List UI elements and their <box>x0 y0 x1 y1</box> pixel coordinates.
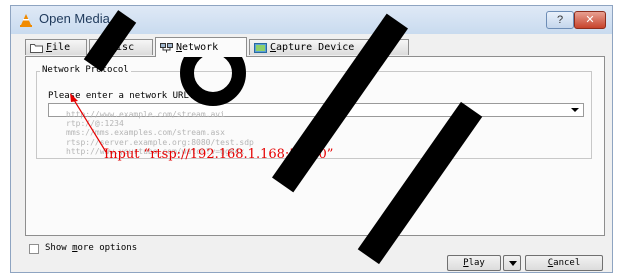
close-button[interactable]: ✕ <box>574 11 606 29</box>
window-title: Open Media <box>39 11 110 26</box>
title-bar[interactable]: Open Media ? ✕ <box>11 6 612 34</box>
capture-device-icon <box>254 43 267 53</box>
play-button[interactable]: Play <box>447 255 501 271</box>
network-icon <box>160 43 173 53</box>
show-more-checkbox[interactable] <box>29 244 39 254</box>
url-prompt-label: Please enter a network URL: <box>48 91 195 101</box>
cancel-button[interactable]: Cancel <box>525 255 603 271</box>
tab-file[interactable]: File <box>25 39 87 55</box>
example-url: rtsp://server.example.org:8080/test.sdp <box>66 137 254 147</box>
chevron-down-icon <box>509 261 517 266</box>
tab-network[interactable]: Network <box>155 37 247 57</box>
help-button[interactable]: ? <box>546 11 574 29</box>
vlc-cone-icon <box>20 14 32 27</box>
chevron-down-icon[interactable] <box>571 108 579 112</box>
play-options-dropdown[interactable] <box>503 255 521 271</box>
example-url: rtp://@:1234 <box>66 119 124 129</box>
example-url: mms://mms.examples.com/stream.asx <box>66 128 225 138</box>
show-more-label: Show more options <box>45 243 138 253</box>
example-url: http://www.example.com/stream.avi <box>66 110 225 119</box>
folder-icon <box>30 44 43 53</box>
